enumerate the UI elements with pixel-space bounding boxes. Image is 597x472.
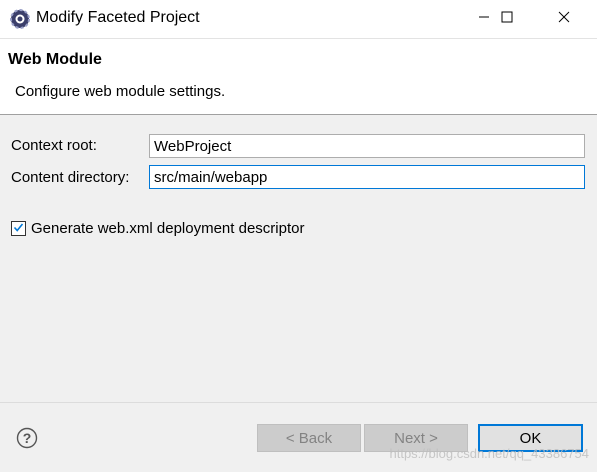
close-icon	[558, 10, 570, 28]
window-title: Modify Faceted Project	[36, 9, 200, 26]
generate-descriptor-checkbox[interactable]	[11, 221, 26, 236]
maximize-icon	[501, 10, 513, 28]
checkmark-icon	[13, 220, 24, 238]
context-root-input[interactable]	[149, 134, 585, 158]
modify-faceted-project-dialog: Modify Faceted Project Web Module Config…	[0, 0, 597, 472]
footer-separator	[0, 402, 597, 403]
back-button[interactable]: < Back	[257, 424, 361, 452]
svg-text:?: ?	[23, 430, 32, 446]
watermark: https://blog.csdn.net/qq_43386754	[389, 446, 590, 461]
page-description: Configure web module settings.	[15, 83, 226, 100]
generate-descriptor-option[interactable]: Generate web.xml deployment descriptor	[11, 220, 304, 237]
help-icon[interactable]: ?	[16, 427, 38, 449]
context-root-label: Context root:	[11, 137, 97, 154]
wizard-header: Web Module Configure web module settings…	[0, 38, 597, 115]
title-bar: Modify Faceted Project	[0, 0, 597, 38]
content-directory-input[interactable]	[149, 165, 585, 189]
eclipse-gear-icon	[9, 8, 31, 30]
generate-descriptor-label: Generate web.xml deployment descriptor	[31, 220, 305, 237]
content-directory-label: Content directory:	[11, 169, 130, 186]
page-title: Web Module	[8, 51, 102, 68]
maximize-button[interactable]	[484, 0, 530, 38]
close-button[interactable]	[541, 0, 587, 38]
